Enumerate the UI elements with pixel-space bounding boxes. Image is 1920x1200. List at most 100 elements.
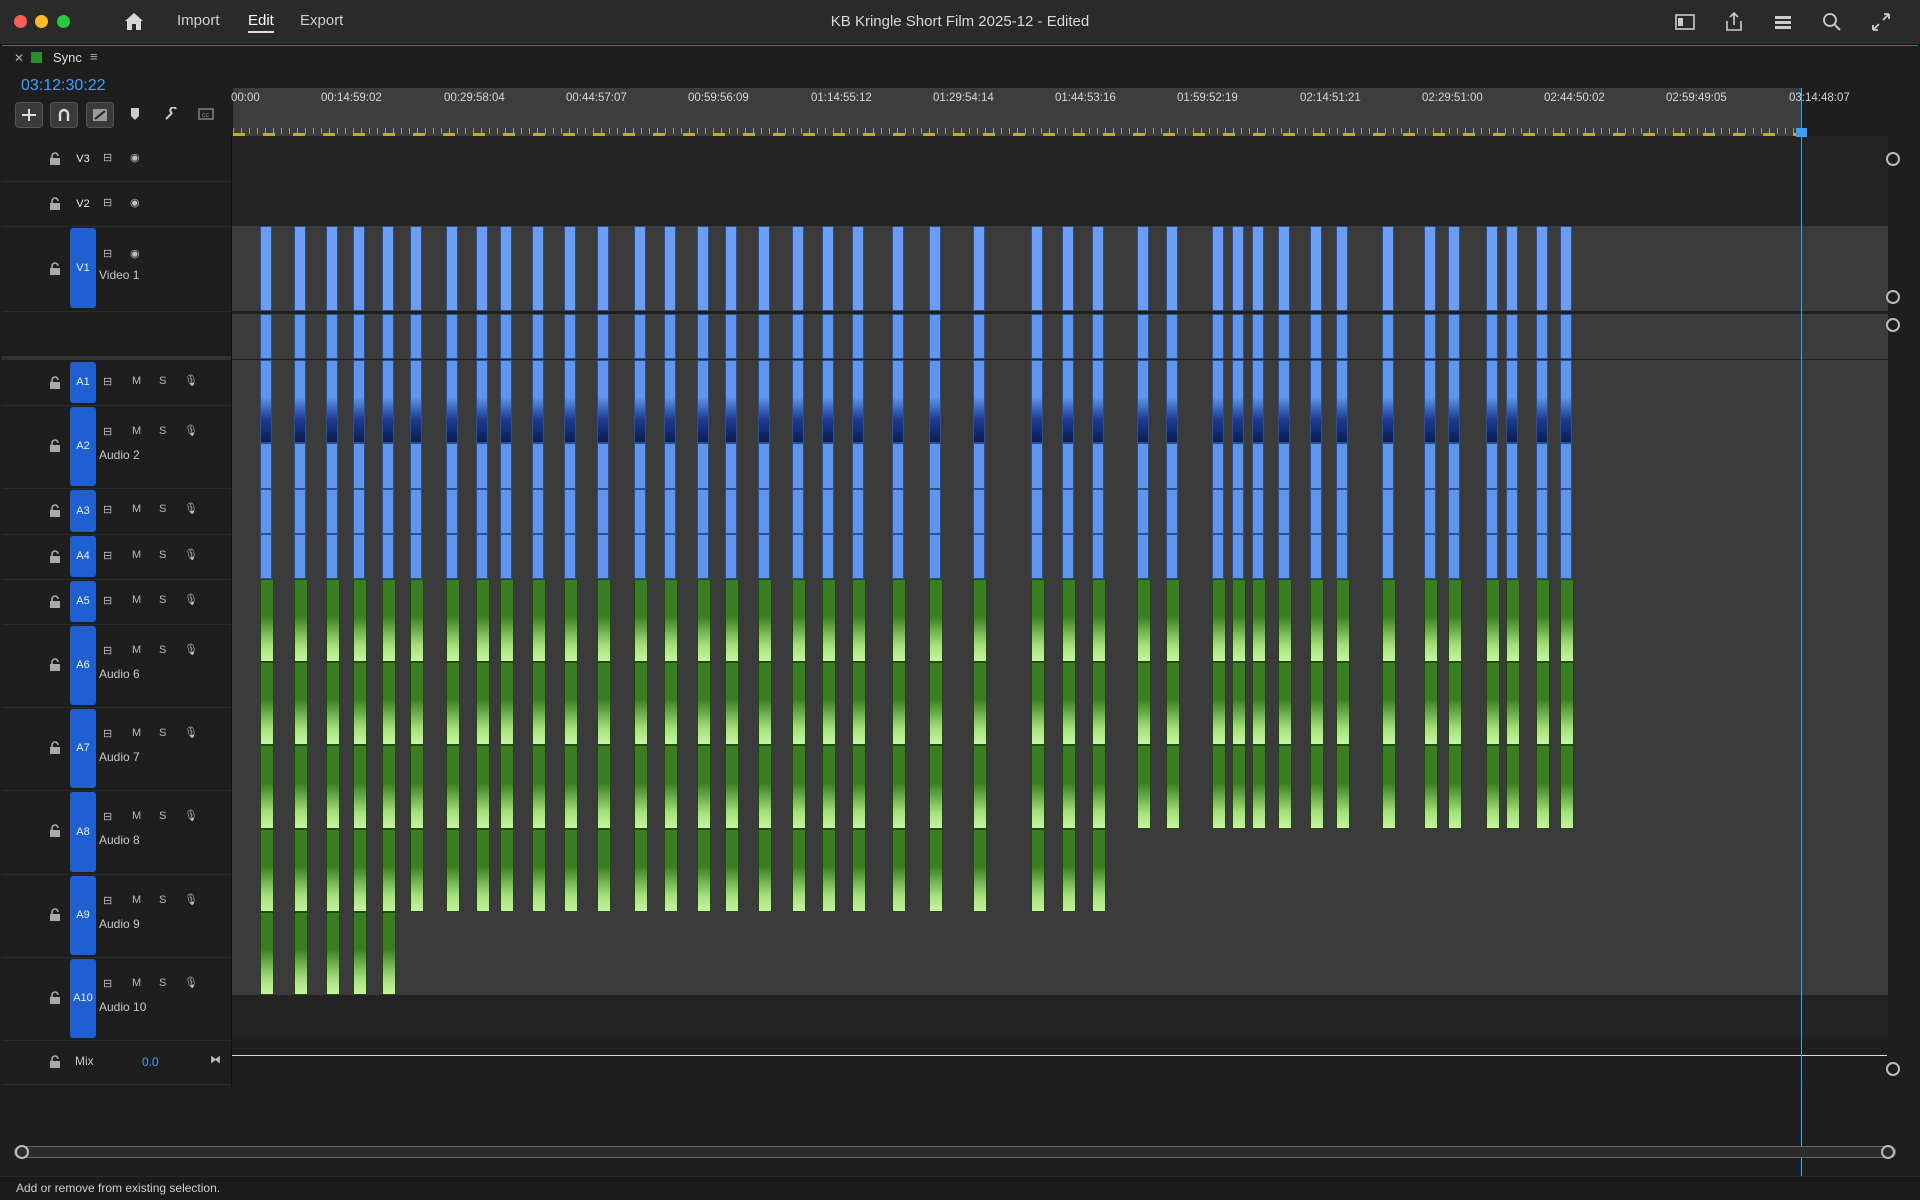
timeline-clip[interactable]: [852, 534, 864, 579]
timeline-clip[interactable]: [973, 534, 985, 579]
timeline-clip[interactable]: [929, 489, 941, 534]
close-tab-icon[interactable]: ✕: [14, 51, 24, 65]
timeline-clip[interactable]: [725, 662, 739, 745]
track-target-a5[interactable]: A5: [70, 581, 96, 622]
timeline-clip[interactable]: [1560, 360, 1572, 443]
microphone-icon[interactable]: 🎙: [184, 809, 198, 822]
timeline-clip[interactable]: [476, 662, 490, 745]
timeline-clip[interactable]: [1137, 314, 1149, 359]
timeline-clip[interactable]: [1031, 360, 1043, 443]
lock-icon[interactable]: [49, 908, 61, 922]
mute-button[interactable]: M: [132, 894, 141, 906]
timeline-clip[interactable]: [634, 534, 646, 579]
timeline-clip[interactable]: [353, 579, 367, 662]
timeline-clip[interactable]: [1212, 314, 1224, 359]
timeline-clip[interactable]: [697, 745, 711, 829]
track-target-a6[interactable]: A6: [70, 626, 96, 705]
timeline-clip[interactable]: [929, 534, 941, 579]
timeline-clip[interactable]: [973, 579, 987, 662]
timeline-clip[interactable]: [1424, 534, 1436, 579]
mute-button[interactable]: M: [132, 644, 141, 656]
timeline-clip[interactable]: [1310, 579, 1324, 662]
timeline-clip[interactable]: [973, 360, 985, 443]
mute-button[interactable]: M: [132, 594, 141, 606]
timeline-clip[interactable]: [792, 534, 804, 579]
timeline-clip[interactable]: [446, 360, 458, 443]
timeline-clip[interactable]: [500, 489, 512, 534]
timeline-clip[interactable]: [664, 534, 676, 579]
timeline-clip[interactable]: [382, 534, 394, 579]
scroll-end-handle[interactable]: [1881, 1145, 1895, 1159]
timeline-clip[interactable]: [1448, 579, 1462, 662]
sync-lock-icon[interactable]: ⊟: [103, 594, 112, 607]
timeline-clip[interactable]: [822, 489, 834, 534]
timeline-clip[interactable]: [1448, 489, 1460, 534]
timeline-clip[interactable]: [929, 226, 941, 311]
timeline-clip[interactable]: [294, 662, 308, 745]
timeline-clip[interactable]: [597, 579, 611, 662]
share-icon[interactable]: [1722, 10, 1746, 34]
timeline-clip[interactable]: [597, 226, 609, 311]
timeline-clip[interactable]: [852, 226, 864, 311]
timeline-clip[interactable]: [1166, 534, 1178, 579]
timeline-clip[interactable]: [1092, 226, 1104, 311]
timeline-clip[interactable]: [294, 534, 306, 579]
lane-a4[interactable]: [232, 489, 1888, 534]
timeline-clip[interactable]: [758, 226, 770, 311]
timeline-tracks-area[interactable]: [232, 136, 1888, 1086]
timeline-clip[interactable]: [634, 360, 646, 443]
timeline-clip[interactable]: [326, 829, 340, 912]
lane-a2[interactable]: [232, 360, 1888, 443]
timeline-clip[interactable]: [1486, 579, 1500, 662]
timeline-clip[interactable]: [1448, 226, 1460, 311]
timeline-clip[interactable]: [1536, 226, 1548, 311]
timeline-clip[interactable]: [353, 534, 365, 579]
timeline-clip[interactable]: [446, 314, 458, 359]
solo-button[interactable]: S: [159, 727, 166, 739]
timeline-clip[interactable]: [973, 662, 987, 745]
track-target-a4[interactable]: A4: [70, 536, 96, 577]
timeline-clip[interactable]: [1382, 226, 1394, 311]
timeline-clip[interactable]: [476, 534, 488, 579]
timeline-clip[interactable]: [353, 489, 365, 534]
timeline-clip[interactable]: [500, 534, 512, 579]
timeline-clip[interactable]: [326, 534, 338, 579]
timeline-clip[interactable]: [973, 489, 985, 534]
sync-lock-icon[interactable]: ⊟: [103, 375, 112, 388]
timeline-clip[interactable]: [1062, 443, 1074, 489]
mute-button[interactable]: M: [132, 727, 141, 739]
timeline-clip[interactable]: [1092, 489, 1104, 534]
timeline-clip[interactable]: [1506, 489, 1518, 534]
timeline-clip[interactable]: [1062, 662, 1076, 745]
lane-a6[interactable]: [232, 579, 1888, 662]
timeline-clip[interactable]: [852, 829, 866, 912]
timeline-clip[interactable]: [1031, 534, 1043, 579]
timeline-clip[interactable]: [410, 745, 424, 829]
timeline-clip[interactable]: [1448, 662, 1462, 745]
timeline-clip[interactable]: [1382, 534, 1394, 579]
timeline-clip[interactable]: [1560, 226, 1572, 311]
track-target-a1[interactable]: A1: [70, 362, 96, 403]
timeline-clip[interactable]: [1382, 443, 1394, 489]
timeline-clip[interactable]: [725, 829, 739, 912]
solo-button[interactable]: S: [159, 810, 166, 822]
timeline-clip[interactable]: [1506, 226, 1518, 311]
timeline-clip[interactable]: [1137, 489, 1149, 534]
timeline-clip[interactable]: [1278, 314, 1290, 359]
timeline-clip[interactable]: [260, 579, 274, 662]
timeline-clip[interactable]: [1278, 534, 1290, 579]
timeline-clip[interactable]: [1486, 443, 1498, 489]
timeline-clip[interactable]: [822, 579, 836, 662]
eye-icon[interactable]: ◉: [130, 196, 140, 209]
timeline-clip[interactable]: [664, 314, 676, 359]
eye-icon[interactable]: ◉: [130, 247, 140, 260]
timeline-clip[interactable]: [1166, 489, 1178, 534]
sequence-tab-name[interactable]: Sync: [53, 50, 82, 65]
timeline-clip[interactable]: [353, 314, 365, 359]
timeline-clip[interactable]: [446, 489, 458, 534]
timeline-clip[interactable]: [353, 662, 367, 745]
timeline-clip[interactable]: [822, 360, 834, 443]
add-marker-icon[interactable]: [122, 102, 148, 126]
solo-button[interactable]: S: [159, 594, 166, 606]
timeline-clip[interactable]: [1092, 534, 1104, 579]
